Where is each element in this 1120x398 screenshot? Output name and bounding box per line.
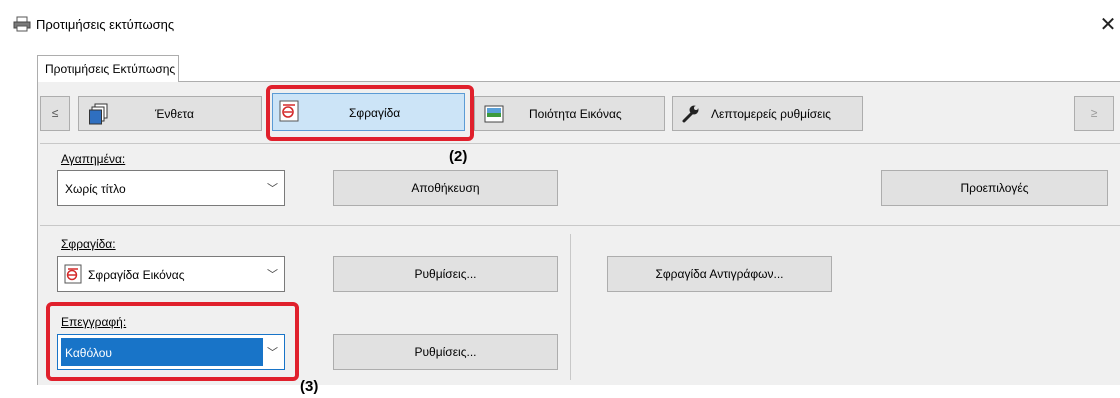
favorites-select[interactable]: Χωρίς τίτλο ﹀: [57, 170, 285, 206]
stamp-label: Σφραγίδα:: [61, 237, 116, 251]
nav-button-label: Λεπτομερείς ρυθμίσεις: [711, 107, 831, 121]
highlight-stamp-button: [266, 85, 474, 141]
stamp-icon: [64, 264, 82, 284]
nav-button-image-quality[interactable]: Ποιότητα Εικόνας: [474, 96, 665, 131]
tab-print-preferences[interactable]: Προτιμήσεις Εκτύπωσης: [37, 55, 179, 82]
wrench-icon: [682, 105, 699, 123]
nav-next-button[interactable]: ≥: [1074, 96, 1114, 131]
stamp-select[interactable]: Σφραγίδα Εικόνας ﹀: [57, 256, 285, 292]
favorites-value: Χωρίς τίτλο: [65, 182, 126, 196]
copy-stamp-button[interactable]: Σφραγίδα Αντιγράφων...: [607, 256, 832, 292]
divider: [40, 225, 1120, 226]
callout-3: (3): [300, 378, 319, 395]
chevron-down-icon: ﹀: [267, 269, 278, 281]
chevron-down-icon: ﹀: [267, 183, 278, 195]
nav-button-advanced-settings[interactable]: Λεπτομερείς ρυθμίσεις: [672, 96, 863, 131]
divider: [40, 143, 1120, 144]
pages-icon: [89, 103, 108, 125]
tab-label: Προτιμήσεις Εκτύπωσης: [45, 62, 176, 76]
stamp-value: Σφραγίδα Εικόνας: [88, 268, 185, 282]
nav-button-label: Ποιότητα Εικόνας: [529, 107, 622, 121]
vertical-divider: [570, 234, 571, 380]
close-icon[interactable]: ✕: [1098, 12, 1118, 37]
callout-2: (2): [449, 148, 468, 165]
image-quality-icon: [484, 105, 504, 123]
highlight-overlay-select: [46, 302, 299, 381]
stamp-settings-button[interactable]: Ρυθμίσεις...: [333, 256, 558, 292]
nav-prev-button[interactable]: ≤: [40, 96, 70, 131]
printer-icon: [13, 16, 31, 32]
overlay-settings-button[interactable]: Ρυθμίσεις...: [333, 334, 558, 370]
save-button[interactable]: Αποθήκευση: [333, 170, 558, 206]
title-bar: Προτιμήσεις εκτύπωσης ✕: [0, 0, 1120, 48]
nav-button-label: Ένθετα: [155, 107, 194, 121]
defaults-button[interactable]: Προεπιλογές: [881, 170, 1108, 206]
window-title: Προτιμήσεις εκτύπωσης: [36, 17, 175, 32]
favorites-label: Αγαπημένα:: [61, 152, 126, 166]
nav-button-inserts[interactable]: Ένθετα: [78, 96, 262, 131]
